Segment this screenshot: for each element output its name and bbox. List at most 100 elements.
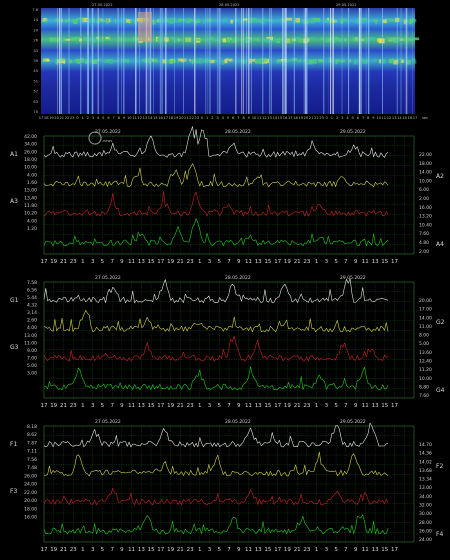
x-tick-label: 7 <box>227 403 231 409</box>
line-panels: 27.05.2022 28.05.2022 29.05.202242.0034.00… <box>10 126 445 553</box>
x-tick-label: 1 <box>198 259 202 265</box>
right-axis-tick: 4.80 <box>419 240 429 246</box>
spectrogram-band-cell <box>355 37 358 41</box>
left-axis-tick: 1.20 <box>27 226 37 232</box>
x-tick-label: 3 <box>325 547 329 553</box>
x-tick-label: 3 <box>91 403 95 409</box>
spectrogram-streak <box>80 8 82 114</box>
x-tick-label: 9 <box>237 259 241 265</box>
right-axis-tick: 5.00 <box>419 341 429 347</box>
left-axis-tick: 3.14 <box>27 310 37 316</box>
x-tick-label: 7 <box>227 547 231 553</box>
x-tick-label: 15 <box>264 547 271 553</box>
x-tick-label: 11 <box>245 259 252 265</box>
x-tick-label: 3 <box>208 547 212 553</box>
x-tick-label: 23 <box>187 259 194 265</box>
spectrogram-y-label: 39 <box>33 59 38 63</box>
spectrogram-band-cell <box>203 19 205 24</box>
x-tick-label: 21 <box>177 259 184 265</box>
spectrogram-band-cell <box>185 37 191 43</box>
spectrogram-streak <box>284 8 286 114</box>
spectrogram: 27.05.2022 28.05.2022 29.05.20227.81420263… <box>32 3 428 120</box>
spectrogram-hour-label: 12 <box>137 116 142 120</box>
x-tick-label: 15 <box>148 403 155 409</box>
spectrogram-band-cell <box>309 59 314 64</box>
right-axis-tick: 7.60 <box>419 393 429 399</box>
right-axis-tick: 13.00 <box>419 485 432 491</box>
spectrogram-band-cell <box>152 19 156 25</box>
spectrogram-band-cell <box>125 59 130 63</box>
panel-3: 27.05.2022 28.05.2022 29.05.2022 8.18 8.62 7.… <box>10 419 443 553</box>
x-tick-label: 3 <box>208 403 212 409</box>
series-line <box>43 514 389 535</box>
spectrogram-hour-label: 8 <box>118 116 121 120</box>
left-axis-label-bottom: F3 <box>10 488 17 495</box>
x-tick-label: 3 <box>325 403 329 409</box>
spectrogram-hour-label: 9 <box>248 116 251 120</box>
left-axis-tick: 13.40 <box>24 195 37 201</box>
spectrogram-band-cell <box>49 37 51 42</box>
spectrogram-hour-label: 12 <box>262 116 267 120</box>
spectrogram-band-cell <box>374 18 377 23</box>
x-tick-label: 23 <box>70 259 77 265</box>
series-line <box>43 310 389 333</box>
spectrogram-band-cell <box>57 59 60 63</box>
right-axis-tick: 13.68 <box>419 468 432 474</box>
left-axis-tick: 9.00 <box>27 348 37 354</box>
spectrogram-band-cell <box>141 59 146 62</box>
x-tick-label: 5 <box>101 547 105 553</box>
spectrogram-band-cell <box>42 58 47 63</box>
spectrogram-band-cell <box>409 18 415 23</box>
spectrogram-band-cell <box>197 18 199 22</box>
spectrogram-band-cell <box>64 19 68 22</box>
spectrogram-hour-label: 4 <box>222 116 225 120</box>
spectrogram-band-cell <box>378 58 380 63</box>
x-tick-label: 3 <box>208 259 212 265</box>
x-tick-label: 17 <box>41 403 48 409</box>
x-tick-label: 23 <box>187 403 194 409</box>
spectrogram-streak <box>207 8 209 114</box>
spectrogram-band-cell <box>211 38 217 42</box>
spectrogram-band-cell <box>361 18 366 24</box>
x-tick-label: 19 <box>284 547 291 553</box>
left-axis-tick: 4.00 <box>27 172 37 178</box>
spectrogram-hour-label: 0 <box>326 116 329 120</box>
spectrogram-band-cell <box>55 58 57 64</box>
right-axis-tick: 10.40 <box>419 222 432 228</box>
spectrogram-band-cell <box>170 37 174 40</box>
spectrogram-hour-label: 17 <box>288 116 293 120</box>
spectrogram-band-cell <box>318 58 324 63</box>
right-axis-tick: 17.00 <box>419 307 432 313</box>
left-axis-tick: 1.60 <box>27 180 37 186</box>
spectrogram-streak <box>183 8 184 114</box>
x-tick-label: 21 <box>294 259 301 265</box>
spectrogram-streak <box>271 8 272 114</box>
spectrogram-band-cell <box>258 38 260 43</box>
right-axis-tick: 2.00 <box>419 249 429 255</box>
spectrogram-streak <box>365 8 367 114</box>
right-axis-tick: 13.20 <box>419 214 432 220</box>
spectrogram-streak <box>174 8 175 114</box>
spectrogram-streak <box>242 8 244 114</box>
x-tick-label: 13 <box>138 403 145 409</box>
spectrogram-band-cell <box>402 18 405 22</box>
panel-date-label: 29.05.2022 <box>340 419 366 425</box>
spectrogram-band-cell <box>376 38 382 43</box>
spectrogram-hour-label: 15 <box>278 116 283 120</box>
left-axis-tick: 4.00 <box>27 325 37 331</box>
spectrogram-band-cell <box>54 37 60 42</box>
spectrogram-hour-label: 3 <box>216 116 218 120</box>
x-tick-label: 1 <box>198 403 202 409</box>
spectrogram-hour-label: 12 <box>387 116 392 120</box>
spectrogram-hour-label: 23 <box>319 116 324 120</box>
watermark-logo-text: news <box>103 139 112 143</box>
x-tick-label: 1 <box>198 547 202 553</box>
spectrogram-band-cell <box>263 38 269 43</box>
spectrogram-streak <box>241 8 242 114</box>
x-tick-label: 13 <box>138 259 145 265</box>
spectrogram-streak <box>248 8 250 114</box>
spectrogram-band-cell <box>210 59 215 64</box>
spectrogram-y-label: 51 <box>33 79 38 83</box>
panel-date-label: 29.05.2022 <box>340 129 366 135</box>
right-axis-tick: 20.00 <box>419 298 432 304</box>
